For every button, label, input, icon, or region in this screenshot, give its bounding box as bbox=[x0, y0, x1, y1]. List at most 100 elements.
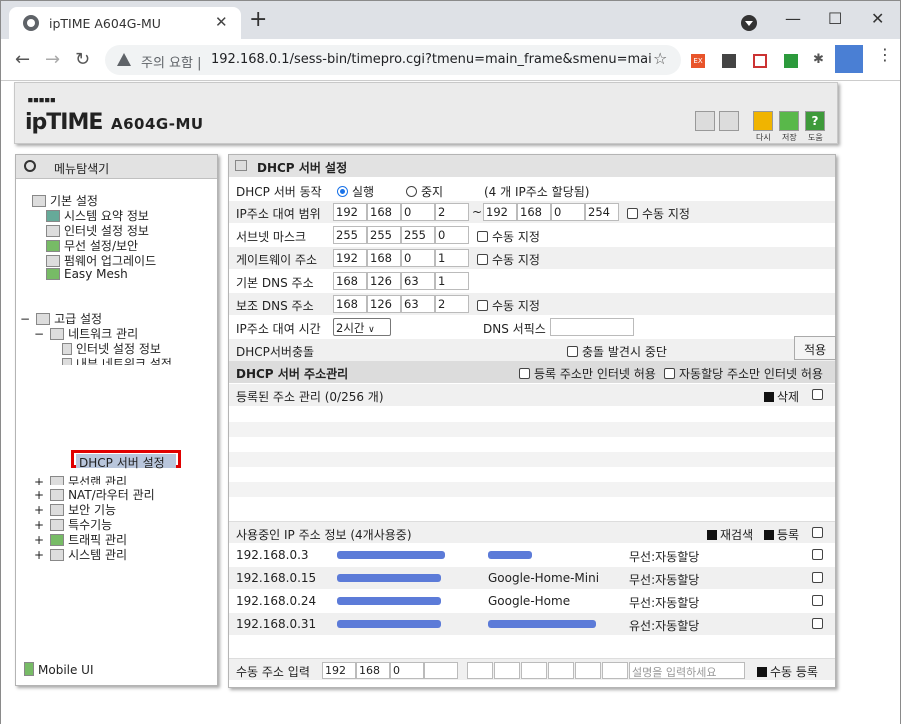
close-tab-icon[interactable]: ✕ bbox=[215, 13, 228, 31]
redo-icon[interactable] bbox=[753, 111, 773, 131]
address-bar[interactable]: 주의 요함 | 192.168.0.1/sess-bin/timepro.cgi… bbox=[105, 45, 681, 75]
register-all-checkbox[interactable] bbox=[812, 526, 827, 540]
manual-register-button[interactable]: 수동 등록 bbox=[757, 663, 818, 680]
dns2-2[interactable]: 126 bbox=[367, 295, 401, 313]
browser-tab[interactable]: ipTIME A604G-MU ✕ bbox=[9, 7, 241, 39]
profile-avatar[interactable] bbox=[835, 45, 863, 73]
checkbox-icon[interactable] bbox=[477, 231, 488, 242]
range-end-2[interactable]: 168 bbox=[517, 203, 551, 221]
apply-button[interactable]: 적용 bbox=[794, 336, 836, 360]
manual-mac-3[interactable] bbox=[521, 662, 547, 679]
manual-ip-1[interactable]: 192 bbox=[322, 662, 356, 679]
radio-stop-icon[interactable] bbox=[406, 186, 417, 197]
subnet-manual-checkbox[interactable]: 수동 지정 bbox=[477, 228, 540, 245]
registered-only-checkbox[interactable]: 등록 주소만 인터넷 허용 bbox=[519, 365, 656, 382]
home-icon[interactable] bbox=[695, 111, 715, 131]
tree-item-dhcp-label[interactable]: DHCP 서버 설정 bbox=[76, 454, 176, 470]
row-checkbox[interactable] bbox=[812, 617, 827, 631]
forward-button[interactable]: → bbox=[45, 49, 60, 70]
subnet-4[interactable]: 0 bbox=[435, 226, 469, 244]
manual-mac-5[interactable] bbox=[575, 662, 601, 679]
security-label[interactable]: 주의 요함 | bbox=[141, 52, 202, 71]
tree-item-lan-setting[interactable]: 내부 네트워크 설정 bbox=[62, 355, 172, 365]
checkbox-icon[interactable] bbox=[812, 618, 823, 629]
checkbox-icon[interactable] bbox=[627, 208, 638, 219]
range-start-1[interactable]: 192 bbox=[333, 203, 367, 221]
minimize-button[interactable]: — bbox=[785, 9, 801, 28]
dns-suffix-input[interactable] bbox=[550, 318, 634, 336]
checkbox-icon[interactable] bbox=[812, 389, 823, 400]
range-end-1[interactable]: 192 bbox=[483, 203, 517, 221]
delete-all-checkbox[interactable] bbox=[812, 388, 827, 402]
range-start-2[interactable]: 168 bbox=[367, 203, 401, 221]
maximize-button[interactable]: ☐ bbox=[828, 9, 842, 28]
dns2-3[interactable]: 63 bbox=[401, 295, 435, 313]
range-end-3[interactable]: 0 bbox=[551, 203, 585, 221]
row-checkbox[interactable] bbox=[812, 594, 827, 608]
help-icon[interactable]: ? bbox=[805, 111, 825, 131]
gateway-4[interactable]: 1 bbox=[435, 249, 469, 267]
delete-button[interactable]: 삭제 bbox=[764, 388, 799, 405]
lease-time-select[interactable]: 2시간 ∨ bbox=[333, 318, 391, 336]
row-checkbox[interactable] bbox=[812, 548, 827, 562]
save-icon[interactable] bbox=[779, 111, 799, 131]
dns2-manual-checkbox[interactable]: 수동 지정 bbox=[477, 297, 540, 314]
radio-run-icon[interactable] bbox=[337, 186, 348, 197]
extension-ex-icon[interactable]: EX bbox=[691, 54, 705, 68]
rescan-button[interactable]: 재검색 bbox=[707, 526, 753, 543]
new-tab-button[interactable]: + bbox=[249, 7, 267, 32]
tree-item-easy-mesh[interactable]: Easy Mesh bbox=[46, 267, 128, 281]
manual-ip-4[interactable] bbox=[424, 662, 458, 679]
checkbox-icon[interactable] bbox=[519, 368, 530, 379]
tab-search-icon[interactable] bbox=[741, 15, 757, 31]
range-end-4[interactable]: 254 bbox=[585, 203, 619, 221]
checkbox-icon[interactable] bbox=[812, 595, 823, 606]
extension-cast-icon[interactable] bbox=[753, 54, 767, 68]
dns2-4[interactable]: 2 bbox=[435, 295, 469, 313]
radio-run[interactable]: 실행 bbox=[337, 183, 374, 200]
manual-ip-3[interactable]: 0 bbox=[390, 662, 424, 679]
checkbox-icon[interactable] bbox=[812, 572, 823, 583]
dns1-1[interactable]: 168 bbox=[333, 272, 367, 290]
bookmark-star-icon[interactable]: ☆ bbox=[653, 49, 667, 68]
checkbox-icon[interactable] bbox=[812, 549, 823, 560]
logout-icon[interactable] bbox=[719, 111, 739, 131]
range-start-3[interactable]: 0 bbox=[401, 203, 435, 221]
radio-stop[interactable]: 중지 bbox=[406, 183, 443, 200]
row-checkbox[interactable] bbox=[812, 571, 827, 585]
mobile-ui-link[interactable]: Mobile UI bbox=[24, 662, 94, 677]
gateway-1[interactable]: 192 bbox=[333, 249, 367, 267]
dns2-1[interactable]: 168 bbox=[333, 295, 367, 313]
checkbox-icon[interactable] bbox=[812, 527, 823, 538]
conflict-stop-checkbox[interactable]: 충돌 발견시 중단 bbox=[567, 343, 667, 360]
description-input[interactable]: 설명을 입력하세요 bbox=[629, 662, 745, 679]
checkbox-icon[interactable] bbox=[567, 346, 578, 357]
manual-ip-2[interactable]: 168 bbox=[356, 662, 390, 679]
manual-mac-4[interactable] bbox=[548, 662, 574, 679]
extensions-puzzle-icon[interactable]: ✱ bbox=[813, 53, 827, 68]
auto-only-checkbox[interactable]: 자동할당 주소만 인터넷 허용 bbox=[664, 365, 823, 382]
checkbox-icon[interactable] bbox=[477, 300, 488, 311]
checkbox-icon[interactable] bbox=[477, 254, 488, 265]
subnet-1[interactable]: 255 bbox=[333, 226, 367, 244]
manual-mac-6[interactable] bbox=[602, 662, 628, 679]
dns1-2[interactable]: 126 bbox=[367, 272, 401, 290]
tree-system-management[interactable]: + 시스템 관리 bbox=[34, 546, 127, 563]
checkbox-icon[interactable] bbox=[664, 368, 675, 379]
reload-button[interactable]: ↻ bbox=[75, 49, 90, 70]
range-manual-checkbox[interactable]: 수동 지정 bbox=[627, 205, 690, 222]
manual-mac-1[interactable] bbox=[467, 662, 493, 679]
range-start-4[interactable]: 2 bbox=[435, 203, 469, 221]
register-button[interactable]: 등록 bbox=[764, 526, 799, 543]
subnet-3[interactable]: 255 bbox=[401, 226, 435, 244]
tree-wireless-management[interactable]: + 무선랜 관리 bbox=[34, 473, 127, 485]
dns1-4[interactable]: 1 bbox=[435, 272, 469, 290]
gateway-manual-checkbox[interactable]: 수동 지정 bbox=[477, 251, 540, 268]
gateway-3[interactable]: 0 bbox=[401, 249, 435, 267]
extension-green-icon[interactable] bbox=[784, 54, 798, 68]
manual-mac-2[interactable] bbox=[494, 662, 520, 679]
back-button[interactable]: ← bbox=[15, 49, 30, 70]
subnet-2[interactable]: 255 bbox=[367, 226, 401, 244]
close-window-button[interactable]: ✕ bbox=[871, 9, 884, 28]
extension-info-icon[interactable] bbox=[722, 54, 736, 68]
